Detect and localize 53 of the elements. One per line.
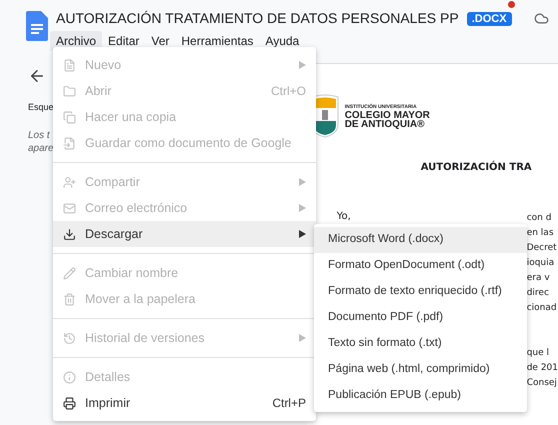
document-text: Consej (526, 377, 557, 390)
document-text: direc (526, 287, 549, 300)
menu-item[interactable]: Publicación EPUB (.epub) (314, 383, 527, 409)
document-text: cionad (526, 302, 557, 315)
document-text: Yo, (336, 210, 352, 224)
submenu-arrow-icon (299, 204, 306, 212)
menu-item[interactable]: Imprimir Ctrl+P (53, 390, 316, 416)
folder-icon (63, 84, 76, 98)
submenu-arrow-icon (299, 334, 306, 342)
menu-item[interactable]: Microsoft Word (.docx) (314, 227, 527, 253)
document-logo-icon[interactable] (26, 11, 48, 41)
history-icon (63, 332, 76, 344)
trash-icon (63, 292, 76, 306)
add-person-icon (63, 176, 76, 188)
menu-bar-item[interactable]: Herramientas (175, 31, 260, 51)
shortcut-text: Ctrl+O (270, 83, 306, 100)
menu-item[interactable]: Texto sin formato (.txt) (314, 331, 527, 357)
document-title[interactable]: AUTORIZACIÓN TRATAMIENTO DE DATOS PERSONALES PP (56, 7, 459, 29)
document-text: en las (526, 227, 554, 240)
document-text: con d (526, 212, 552, 225)
menu-bar-item[interactable]: Ayuda (259, 31, 306, 51)
document-heading: AUTORIZACIÓN TRA (420, 160, 533, 175)
menu-item[interactable]: Página web (.html, comprimido) (314, 357, 527, 383)
outline-heading: Esque (28, 101, 55, 114)
copy-icon (63, 110, 76, 124)
cloud-icon[interactable] (534, 10, 549, 26)
outline-note: apare (28, 142, 54, 154)
info-icon (63, 370, 76, 384)
menu-item[interactable]: Formato OpenDocument (.odt) (314, 253, 527, 279)
submenu-arrow-icon (299, 61, 306, 69)
menu-bar-item[interactable]: Editar (102, 31, 146, 51)
document-text: ioquia (526, 257, 554, 270)
menu-item[interactable]: Descargar (53, 221, 316, 247)
document-text: Decret (526, 242, 557, 255)
printer-icon (63, 396, 76, 410)
menu-item[interactable]: Documento PDF (.pdf) (314, 305, 527, 331)
shortcut-text: Ctrl+P (272, 395, 306, 412)
mail-icon (63, 202, 76, 214)
pencil-icon (63, 266, 76, 280)
submenu-arrow-icon (299, 178, 306, 186)
menu-item[interactable]: Formato de texto enriquecido (.rtf) (314, 279, 527, 305)
logo-name: DE ANTIOQUIA® (344, 120, 426, 128)
menu-bar-item[interactable]: Ver (145, 31, 176, 51)
document-icon (63, 58, 76, 72)
document-text: que l (526, 347, 550, 360)
outline-note: Los t (28, 128, 50, 142)
file-import-icon (63, 136, 76, 150)
file-type-badge: .DOCX (466, 12, 512, 26)
logo-name: COLEGIO MAYOR (344, 110, 430, 120)
download-icon (63, 228, 76, 240)
document-text: de 201 (526, 362, 558, 375)
submenu-arrow-icon (299, 230, 306, 238)
document-text: era v (526, 272, 550, 285)
